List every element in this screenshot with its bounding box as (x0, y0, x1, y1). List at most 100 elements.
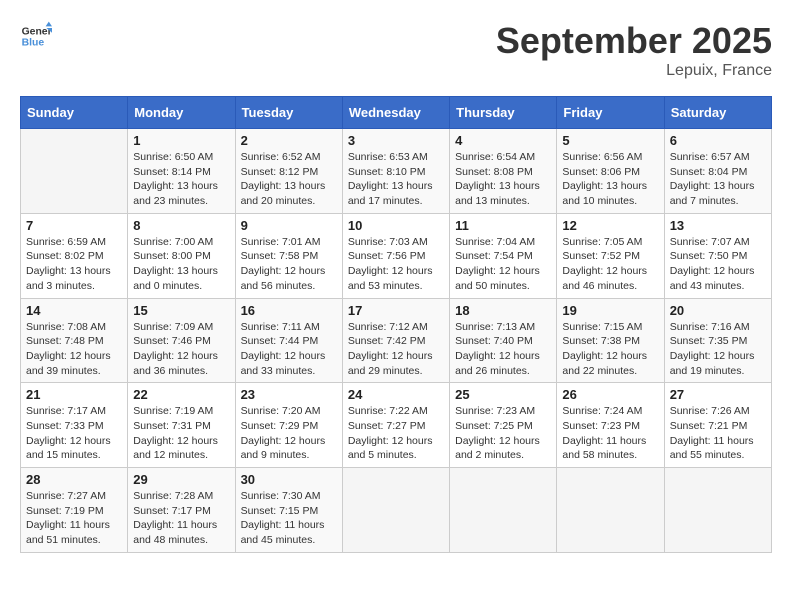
day-number: 21 (26, 387, 122, 402)
day-number: 14 (26, 303, 122, 318)
day-info: Sunrise: 7:27 AM Sunset: 7:19 PM Dayligh… (26, 489, 122, 548)
calendar-cell: 15 Sunrise: 7:09 AM Sunset: 7:46 PM Dayli… (128, 298, 235, 383)
calendar-cell (21, 129, 128, 214)
calendar-cell: 1Sunrise: 6:50 AM Sunset: 8:14 PM Daylig… (128, 129, 235, 214)
day-info: Sunrise: 7:23 AM Sunset: 7:25 PM Dayligh… (455, 404, 551, 463)
day-number: 7 (26, 218, 122, 233)
calendar-header-row: SundayMondayTuesdayWednesdayThursdayFrid… (21, 97, 772, 129)
day-info: Sunrise: 6:52 AM Sunset: 8:12 PM Dayligh… (241, 150, 337, 209)
calendar-cell: 13Sunrise: 7:07 AM Sunset: 7:50 PM Dayli… (664, 213, 771, 298)
calendar-cell: 11 Sunrise: 7:04 AM Sunset: 7:54 PM Dayli… (450, 213, 557, 298)
day-info: Sunrise: 7:00 AM Sunset: 8:00 PM Dayligh… (133, 235, 229, 294)
day-number: 30 (241, 472, 337, 487)
calendar-cell: 25 Sunrise: 7:23 AM Sunset: 7:25 PM Dayli… (450, 383, 557, 468)
day-info: Sunrise: 7:15 AM Sunset: 7:38 PM Dayligh… (562, 320, 658, 379)
calendar-cell (450, 468, 557, 553)
column-header-tuesday: Tuesday (235, 97, 342, 129)
calendar-week-row: 28 Sunrise: 7:27 AM Sunset: 7:19 PM Dayli… (21, 468, 772, 553)
calendar-cell: 12 Sunrise: 7:05 AM Sunset: 7:52 PM Dayli… (557, 213, 664, 298)
day-number: 29 (133, 472, 229, 487)
calendar-cell: 4 Sunrise: 6:54 AM Sunset: 8:08 PM Daylig… (450, 129, 557, 214)
calendar-cell: 26 Sunrise: 7:24 AM Sunset: 7:23 PM Dayli… (557, 383, 664, 468)
day-info: Sunrise: 7:26 AM Sunset: 7:21 PM Dayligh… (670, 404, 766, 463)
day-number: 5 (562, 133, 658, 148)
day-number: 12 (562, 218, 658, 233)
calendar-cell: 21 Sunrise: 7:17 AM Sunset: 7:33 PM Dayli… (21, 383, 128, 468)
location: Lepuix, France (496, 62, 772, 80)
calendar-cell: 10Sunrise: 7:03 AM Sunset: 7:56 PM Dayli… (342, 213, 449, 298)
calendar-week-row: 14 Sunrise: 7:08 AM Sunset: 7:48 PM Dayli… (21, 298, 772, 383)
day-info: Sunrise: 7:11 AM Sunset: 7:44 PM Dayligh… (241, 320, 337, 379)
day-info: Sunrise: 6:54 AM Sunset: 8:08 PM Dayligh… (455, 150, 551, 209)
day-info: Sunrise: 7:17 AM Sunset: 7:33 PM Dayligh… (26, 404, 122, 463)
day-number: 23 (241, 387, 337, 402)
day-number: 3 (348, 133, 444, 148)
calendar-cell (557, 468, 664, 553)
calendar-cell: 3 Sunrise: 6:53 AM Sunset: 8:10 PM Daylig… (342, 129, 449, 214)
day-number: 24 (348, 387, 444, 402)
day-number: 26 (562, 387, 658, 402)
day-number: 28 (26, 472, 122, 487)
day-info: Sunrise: 6:59 AM Sunset: 8:02 PM Dayligh… (26, 235, 122, 294)
column-header-friday: Friday (557, 97, 664, 129)
day-info: Sunrise: 7:22 AM Sunset: 7:27 PM Dayligh… (348, 404, 444, 463)
day-number: 18 (455, 303, 551, 318)
column-header-wednesday: Wednesday (342, 97, 449, 129)
logo: General Blue (20, 20, 52, 52)
day-number: 27 (670, 387, 766, 402)
column-header-thursday: Thursday (450, 97, 557, 129)
calendar-cell: 2 Sunrise: 6:52 AM Sunset: 8:12 PM Daylig… (235, 129, 342, 214)
day-info: Sunrise: 7:08 AM Sunset: 7:48 PM Dayligh… (26, 320, 122, 379)
column-header-saturday: Saturday (664, 97, 771, 129)
calendar-cell: 16 Sunrise: 7:11 AM Sunset: 7:44 PM Dayli… (235, 298, 342, 383)
calendar-cell: 8Sunrise: 7:00 AM Sunset: 8:00 PM Daylig… (128, 213, 235, 298)
column-header-monday: Monday (128, 97, 235, 129)
day-number: 4 (455, 133, 551, 148)
day-number: 16 (241, 303, 337, 318)
day-number: 22 (133, 387, 229, 402)
calendar-cell: 7 Sunrise: 6:59 AM Sunset: 8:02 PM Daylig… (21, 213, 128, 298)
day-number: 19 (562, 303, 658, 318)
day-info: Sunrise: 7:09 AM Sunset: 7:46 PM Dayligh… (133, 320, 229, 379)
day-info: Sunrise: 7:01 AM Sunset: 7:58 PM Dayligh… (241, 235, 337, 294)
calendar-cell: 23 Sunrise: 7:20 AM Sunset: 7:29 PM Dayli… (235, 383, 342, 468)
logo-icon: General Blue (20, 20, 52, 52)
calendar-cell (342, 468, 449, 553)
day-info: Sunrise: 7:19 AM Sunset: 7:31 PM Dayligh… (133, 404, 229, 463)
day-info: Sunrise: 7:16 AM Sunset: 7:35 PM Dayligh… (670, 320, 766, 379)
calendar-cell: 18 Sunrise: 7:13 AM Sunset: 7:40 PM Dayli… (450, 298, 557, 383)
day-number: 9 (241, 218, 337, 233)
calendar-cell: 30 Sunrise: 7:30 AM Sunset: 7:15 PM Dayli… (235, 468, 342, 553)
day-number: 10 (348, 218, 444, 233)
day-info: Sunrise: 7:07 AM Sunset: 7:50 PM Dayligh… (670, 235, 766, 294)
day-info: Sunrise: 6:56 AM Sunset: 8:06 PM Dayligh… (562, 150, 658, 209)
calendar-cell: 19 Sunrise: 7:15 AM Sunset: 7:38 PM Dayli… (557, 298, 664, 383)
day-info: Sunrise: 7:30 AM Sunset: 7:15 PM Dayligh… (241, 489, 337, 548)
calendar-cell: 5 Sunrise: 6:56 AM Sunset: 8:06 PM Daylig… (557, 129, 664, 214)
month-title: September 2025 (496, 20, 772, 62)
day-info: Sunrise: 6:53 AM Sunset: 8:10 PM Dayligh… (348, 150, 444, 209)
day-info: Sunrise: 7:24 AM Sunset: 7:23 PM Dayligh… (562, 404, 658, 463)
day-info: Sunrise: 7:13 AM Sunset: 7:40 PM Dayligh… (455, 320, 551, 379)
calendar-cell: 28 Sunrise: 7:27 AM Sunset: 7:19 PM Dayli… (21, 468, 128, 553)
day-number: 1 (133, 133, 229, 148)
page-header: General Blue September 2025 Lepuix, Fran… (20, 20, 772, 80)
calendar-cell: 14 Sunrise: 7:08 AM Sunset: 7:48 PM Dayli… (21, 298, 128, 383)
calendar-cell: 20Sunrise: 7:16 AM Sunset: 7:35 PM Dayli… (664, 298, 771, 383)
day-info: Sunrise: 7:05 AM Sunset: 7:52 PM Dayligh… (562, 235, 658, 294)
svg-text:Blue: Blue (22, 38, 45, 49)
day-number: 11 (455, 218, 551, 233)
day-number: 15 (133, 303, 229, 318)
day-info: Sunrise: 7:20 AM Sunset: 7:29 PM Dayligh… (241, 404, 337, 463)
day-info: Sunrise: 7:04 AM Sunset: 7:54 PM Dayligh… (455, 235, 551, 294)
calendar-week-row: 7 Sunrise: 6:59 AM Sunset: 8:02 PM Daylig… (21, 213, 772, 298)
calendar-cell: 22 Sunrise: 7:19 AM Sunset: 7:31 PM Dayli… (128, 383, 235, 468)
day-number: 2 (241, 133, 337, 148)
calendar-cell: 29Sunrise: 7:28 AM Sunset: 7:17 PM Dayli… (128, 468, 235, 553)
title-block: September 2025 Lepuix, France (496, 20, 772, 80)
calendar-week-row: 21 Sunrise: 7:17 AM Sunset: 7:33 PM Dayli… (21, 383, 772, 468)
calendar-cell: 27 Sunrise: 7:26 AM Sunset: 7:21 PM Dayli… (664, 383, 771, 468)
day-info: Sunrise: 7:12 AM Sunset: 7:42 PM Dayligh… (348, 320, 444, 379)
day-number: 6 (670, 133, 766, 148)
day-number: 25 (455, 387, 551, 402)
